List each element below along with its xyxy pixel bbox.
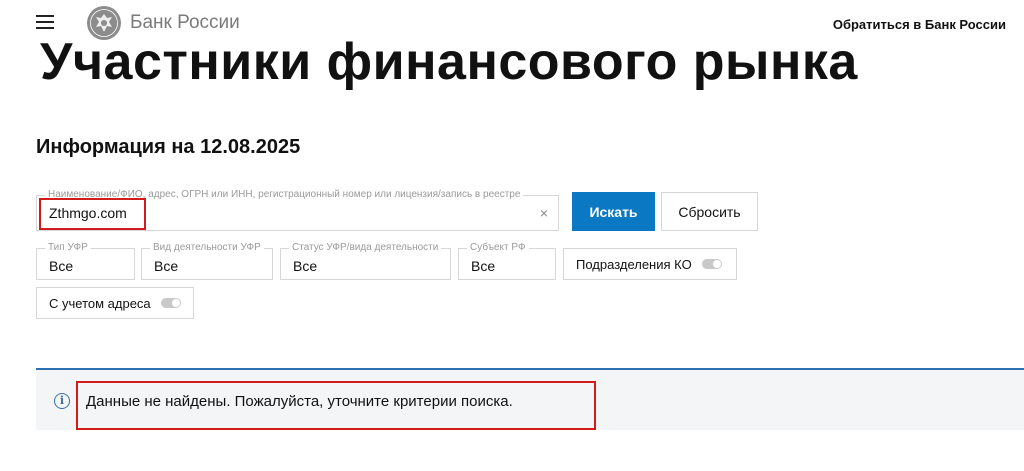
info-icon: i bbox=[54, 393, 70, 409]
search-input-value[interactable]: Zthmgo.com bbox=[49, 205, 127, 221]
status-select[interactable]: Статус УФР/вида деятельности Все bbox=[280, 242, 451, 280]
activity-type-label: Вид деятельности УФР bbox=[150, 242, 264, 253]
activity-type-select[interactable]: Вид деятельности УФР Все bbox=[141, 242, 273, 280]
status-value: Все bbox=[293, 258, 318, 274]
search-input[interactable]: Наименование/ФИО, адрес, ОГРН или ИНН, р… bbox=[36, 189, 559, 231]
region-value: Все bbox=[471, 258, 496, 274]
clear-icon[interactable]: × bbox=[540, 205, 548, 221]
region-label: Субъект РФ bbox=[467, 242, 529, 253]
ufr-type-select[interactable]: Тип УФР Все bbox=[36, 242, 135, 280]
result-message: Данные не найдены. Пожалуйста, уточните … bbox=[86, 393, 513, 410]
menu-icon[interactable] bbox=[36, 15, 54, 29]
ufr-type-value: Все bbox=[49, 258, 74, 274]
toggle-switch-icon[interactable] bbox=[160, 298, 181, 308]
with-address-toggle[interactable]: С учетом адреса bbox=[36, 287, 194, 319]
result-panel: i Данные не найдены. Пожалуйста, уточнит… bbox=[36, 368, 1024, 430]
search-input-label: Наименование/ФИО, адрес, ОГРН или ИНН, р… bbox=[45, 189, 524, 200]
ufr-type-label: Тип УФР bbox=[45, 242, 91, 253]
reset-button[interactable]: Сбросить bbox=[661, 192, 758, 231]
page-title: Участники финансового рынка bbox=[40, 33, 858, 91]
status-label: Статус УФР/вида деятельности bbox=[289, 242, 442, 253]
page: Банк России Обратиться в Банк России Уча… bbox=[0, 0, 1024, 471]
ko-subdivisions-label: Подразделения КО bbox=[576, 256, 692, 272]
brand-name[interactable]: Банк России bbox=[130, 12, 240, 34]
toggle-switch-icon[interactable] bbox=[701, 259, 722, 269]
activity-type-value: Все bbox=[154, 258, 179, 274]
with-address-label: С учетом адреса bbox=[49, 295, 151, 311]
contact-bank-link[interactable]: Обратиться в Банк России bbox=[833, 17, 1006, 32]
ko-subdivisions-toggle[interactable]: Подразделения КО bbox=[563, 248, 737, 280]
region-select[interactable]: Субъект РФ Все bbox=[458, 242, 556, 280]
info-date: Информация на 12.08.2025 bbox=[36, 136, 301, 158]
search-button[interactable]: Искать bbox=[572, 192, 655, 231]
